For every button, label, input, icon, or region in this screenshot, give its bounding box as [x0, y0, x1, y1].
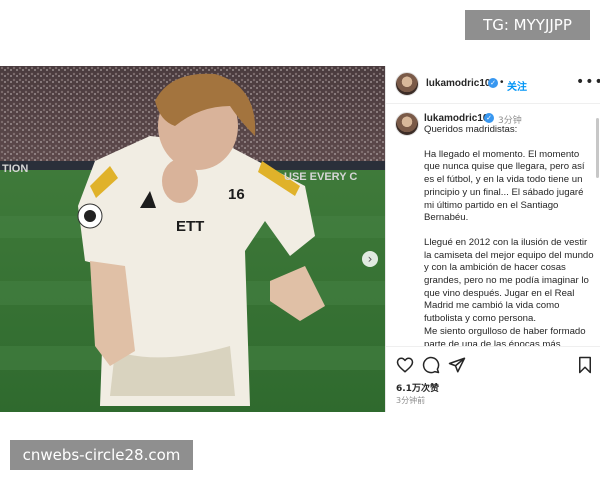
caption-area[interactable]: lukamodric10 ✓ 3分钟 Queridos madridistas:…: [386, 104, 600, 346]
stadium-banner-left: TION: [2, 163, 28, 175]
post-photo[interactable]: 16 ETT TION USE EVERY C ›: [0, 66, 385, 412]
likes-count[interactable]: 6.1万次赞: [396, 381, 439, 394]
header-username[interactable]: lukamodric10: [426, 78, 490, 89]
post-header: lukamodric10 ✓ • 关注 •••: [386, 66, 600, 104]
follow-button[interactable]: 关注: [507, 78, 527, 93]
bookmark-icon[interactable]: [576, 356, 594, 374]
caption-text: Queridos madridistas: Ha llegado el mome…: [424, 124, 596, 346]
post-side-panel: lukamodric10 ✓ • 关注 ••• lukamodric10 ✓ 3…: [385, 66, 600, 412]
comment-icon[interactable]: [422, 356, 440, 374]
heart-icon[interactable]: [396, 356, 414, 374]
caption-paragraph: Ha llegado el momento. El momento que nu…: [424, 148, 585, 224]
post-timestamp: 3分钟前: [396, 396, 426, 405]
jersey-number: 16: [228, 186, 245, 203]
caption-verified-badge-icon: ✓: [484, 113, 494, 123]
watermark-top: TG: MYYJJPP: [465, 10, 590, 40]
caption-scrollbar[interactable]: [596, 118, 599, 178]
carousel-next-button[interactable]: ›: [362, 251, 378, 267]
caption-paragraph: Queridos madridistas:: [424, 124, 518, 135]
caption-username[interactable]: lukamodric10: [424, 113, 488, 124]
header-separator: •: [500, 77, 504, 88]
watermark-bottom: cnwebs-circle28.com: [10, 440, 193, 470]
caption-paragraph: Me siento orgulloso de haber formado par…: [424, 325, 586, 346]
share-icon[interactable]: [448, 356, 466, 374]
post-actions: 6.1万次赞 3分钟前: [386, 346, 600, 412]
verified-badge-icon: ✓: [488, 78, 498, 88]
caption-paragraph: Llegué en 2012 con la ilusión de vestir …: [424, 236, 594, 325]
instagram-post: 16 ETT TION USE EVERY C › lukamodric10 ✓…: [0, 66, 600, 412]
caption-avatar[interactable]: [395, 112, 419, 136]
more-options-icon[interactable]: •••: [576, 74, 600, 90]
avatar[interactable]: [395, 72, 419, 96]
stadium-banner-right: USE EVERY C: [284, 171, 357, 183]
jersey-sponsor: ETT: [176, 218, 204, 235]
